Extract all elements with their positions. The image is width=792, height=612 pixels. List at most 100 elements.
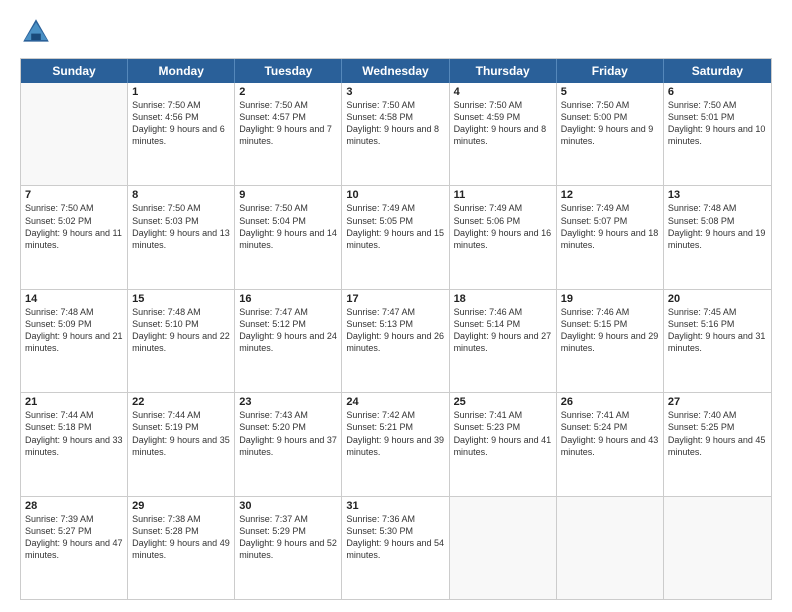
calendar-cell xyxy=(21,83,128,185)
day-info: Sunrise: 7:48 AM Sunset: 5:09 PM Dayligh… xyxy=(25,306,123,355)
day-info: Sunrise: 7:49 AM Sunset: 5:06 PM Dayligh… xyxy=(454,202,552,251)
day-info: Sunrise: 7:49 AM Sunset: 5:05 PM Dayligh… xyxy=(346,202,444,251)
day-info: Sunrise: 7:50 AM Sunset: 4:57 PM Dayligh… xyxy=(239,99,337,148)
day-number: 25 xyxy=(454,396,552,408)
calendar-cell: 10Sunrise: 7:49 AM Sunset: 5:05 PM Dayli… xyxy=(342,186,449,288)
day-info: Sunrise: 7:48 AM Sunset: 5:08 PM Dayligh… xyxy=(668,202,767,251)
calendar-cell: 5Sunrise: 7:50 AM Sunset: 5:00 PM Daylig… xyxy=(557,83,664,185)
day-number: 23 xyxy=(239,396,337,408)
calendar-cell: 6Sunrise: 7:50 AM Sunset: 5:01 PM Daylig… xyxy=(664,83,771,185)
logo-icon xyxy=(20,16,52,48)
logo xyxy=(20,16,56,48)
day-info: Sunrise: 7:44 AM Sunset: 5:18 PM Dayligh… xyxy=(25,409,123,458)
day-number: 16 xyxy=(239,293,337,305)
calendar-cell xyxy=(557,497,664,599)
day-info: Sunrise: 7:41 AM Sunset: 5:24 PM Dayligh… xyxy=(561,409,659,458)
calendar-cell: 26Sunrise: 7:41 AM Sunset: 5:24 PM Dayli… xyxy=(557,393,664,495)
day-number: 6 xyxy=(668,86,767,98)
day-number: 3 xyxy=(346,86,444,98)
calendar-cell: 25Sunrise: 7:41 AM Sunset: 5:23 PM Dayli… xyxy=(450,393,557,495)
day-number: 15 xyxy=(132,293,230,305)
day-info: Sunrise: 7:46 AM Sunset: 5:14 PM Dayligh… xyxy=(454,306,552,355)
day-number: 29 xyxy=(132,500,230,512)
weekday-header: Friday xyxy=(557,59,664,83)
calendar-cell: 13Sunrise: 7:48 AM Sunset: 5:08 PM Dayli… xyxy=(664,186,771,288)
day-info: Sunrise: 7:48 AM Sunset: 5:10 PM Dayligh… xyxy=(132,306,230,355)
calendar-cell: 8Sunrise: 7:50 AM Sunset: 5:03 PM Daylig… xyxy=(128,186,235,288)
calendar-cell: 28Sunrise: 7:39 AM Sunset: 5:27 PM Dayli… xyxy=(21,497,128,599)
day-info: Sunrise: 7:49 AM Sunset: 5:07 PM Dayligh… xyxy=(561,202,659,251)
day-number: 31 xyxy=(346,500,444,512)
day-info: Sunrise: 7:50 AM Sunset: 5:00 PM Dayligh… xyxy=(561,99,659,148)
calendar-cell: 14Sunrise: 7:48 AM Sunset: 5:09 PM Dayli… xyxy=(21,290,128,392)
calendar-cell: 4Sunrise: 7:50 AM Sunset: 4:59 PM Daylig… xyxy=(450,83,557,185)
day-number: 12 xyxy=(561,189,659,201)
day-number: 4 xyxy=(454,86,552,98)
day-info: Sunrise: 7:47 AM Sunset: 5:13 PM Dayligh… xyxy=(346,306,444,355)
day-info: Sunrise: 7:42 AM Sunset: 5:21 PM Dayligh… xyxy=(346,409,444,458)
day-info: Sunrise: 7:50 AM Sunset: 5:04 PM Dayligh… xyxy=(239,202,337,251)
weekday-header: Wednesday xyxy=(342,59,449,83)
calendar-cell: 17Sunrise: 7:47 AM Sunset: 5:13 PM Dayli… xyxy=(342,290,449,392)
calendar-cell: 16Sunrise: 7:47 AM Sunset: 5:12 PM Dayli… xyxy=(235,290,342,392)
day-number: 8 xyxy=(132,189,230,201)
day-number: 14 xyxy=(25,293,123,305)
day-number: 28 xyxy=(25,500,123,512)
calendar-cell: 2Sunrise: 7:50 AM Sunset: 4:57 PM Daylig… xyxy=(235,83,342,185)
calendar-cell: 19Sunrise: 7:46 AM Sunset: 5:15 PM Dayli… xyxy=(557,290,664,392)
day-info: Sunrise: 7:38 AM Sunset: 5:28 PM Dayligh… xyxy=(132,513,230,562)
weekday-header: Sunday xyxy=(21,59,128,83)
day-number: 26 xyxy=(561,396,659,408)
page: SundayMondayTuesdayWednesdayThursdayFrid… xyxy=(0,0,792,612)
day-info: Sunrise: 7:40 AM Sunset: 5:25 PM Dayligh… xyxy=(668,409,767,458)
day-info: Sunrise: 7:44 AM Sunset: 5:19 PM Dayligh… xyxy=(132,409,230,458)
calendar-cell xyxy=(450,497,557,599)
calendar-cell xyxy=(664,497,771,599)
calendar-cell: 21Sunrise: 7:44 AM Sunset: 5:18 PM Dayli… xyxy=(21,393,128,495)
calendar-cell: 27Sunrise: 7:40 AM Sunset: 5:25 PM Dayli… xyxy=(664,393,771,495)
day-info: Sunrise: 7:45 AM Sunset: 5:16 PM Dayligh… xyxy=(668,306,767,355)
day-info: Sunrise: 7:46 AM Sunset: 5:15 PM Dayligh… xyxy=(561,306,659,355)
day-number: 19 xyxy=(561,293,659,305)
calendar-cell: 20Sunrise: 7:45 AM Sunset: 5:16 PM Dayli… xyxy=(664,290,771,392)
day-info: Sunrise: 7:50 AM Sunset: 4:59 PM Dayligh… xyxy=(454,99,552,148)
day-number: 5 xyxy=(561,86,659,98)
day-number: 11 xyxy=(454,189,552,201)
calendar-cell: 23Sunrise: 7:43 AM Sunset: 5:20 PM Dayli… xyxy=(235,393,342,495)
day-number: 2 xyxy=(239,86,337,98)
day-info: Sunrise: 7:41 AM Sunset: 5:23 PM Dayligh… xyxy=(454,409,552,458)
day-info: Sunrise: 7:50 AM Sunset: 4:58 PM Dayligh… xyxy=(346,99,444,148)
day-info: Sunrise: 7:39 AM Sunset: 5:27 PM Dayligh… xyxy=(25,513,123,562)
day-number: 22 xyxy=(132,396,230,408)
calendar-cell: 3Sunrise: 7:50 AM Sunset: 4:58 PM Daylig… xyxy=(342,83,449,185)
calendar-cell: 9Sunrise: 7:50 AM Sunset: 5:04 PM Daylig… xyxy=(235,186,342,288)
calendar: SundayMondayTuesdayWednesdayThursdayFrid… xyxy=(20,58,772,600)
day-number: 13 xyxy=(668,189,767,201)
calendar-row: 14Sunrise: 7:48 AM Sunset: 5:09 PM Dayli… xyxy=(21,289,771,392)
calendar-row: 7Sunrise: 7:50 AM Sunset: 5:02 PM Daylig… xyxy=(21,185,771,288)
calendar-body: 1Sunrise: 7:50 AM Sunset: 4:56 PM Daylig… xyxy=(21,83,771,599)
calendar-cell: 18Sunrise: 7:46 AM Sunset: 5:14 PM Dayli… xyxy=(450,290,557,392)
day-info: Sunrise: 7:50 AM Sunset: 5:03 PM Dayligh… xyxy=(132,202,230,251)
calendar-row: 28Sunrise: 7:39 AM Sunset: 5:27 PM Dayli… xyxy=(21,496,771,599)
calendar-row: 21Sunrise: 7:44 AM Sunset: 5:18 PM Dayli… xyxy=(21,392,771,495)
day-number: 24 xyxy=(346,396,444,408)
calendar-row: 1Sunrise: 7:50 AM Sunset: 4:56 PM Daylig… xyxy=(21,83,771,185)
calendar-cell: 1Sunrise: 7:50 AM Sunset: 4:56 PM Daylig… xyxy=(128,83,235,185)
day-number: 30 xyxy=(239,500,337,512)
calendar-cell: 15Sunrise: 7:48 AM Sunset: 5:10 PM Dayli… xyxy=(128,290,235,392)
day-number: 21 xyxy=(25,396,123,408)
calendar-cell: 24Sunrise: 7:42 AM Sunset: 5:21 PM Dayli… xyxy=(342,393,449,495)
calendar-cell: 22Sunrise: 7:44 AM Sunset: 5:19 PM Dayli… xyxy=(128,393,235,495)
day-info: Sunrise: 7:37 AM Sunset: 5:29 PM Dayligh… xyxy=(239,513,337,562)
day-info: Sunrise: 7:43 AM Sunset: 5:20 PM Dayligh… xyxy=(239,409,337,458)
calendar-header: SundayMondayTuesdayWednesdayThursdayFrid… xyxy=(21,59,771,83)
day-info: Sunrise: 7:47 AM Sunset: 5:12 PM Dayligh… xyxy=(239,306,337,355)
weekday-header: Saturday xyxy=(664,59,771,83)
day-info: Sunrise: 7:50 AM Sunset: 5:02 PM Dayligh… xyxy=(25,202,123,251)
calendar-cell: 31Sunrise: 7:36 AM Sunset: 5:30 PM Dayli… xyxy=(342,497,449,599)
weekday-header: Thursday xyxy=(450,59,557,83)
header xyxy=(20,16,772,48)
day-number: 7 xyxy=(25,189,123,201)
calendar-cell: 11Sunrise: 7:49 AM Sunset: 5:06 PM Dayli… xyxy=(450,186,557,288)
